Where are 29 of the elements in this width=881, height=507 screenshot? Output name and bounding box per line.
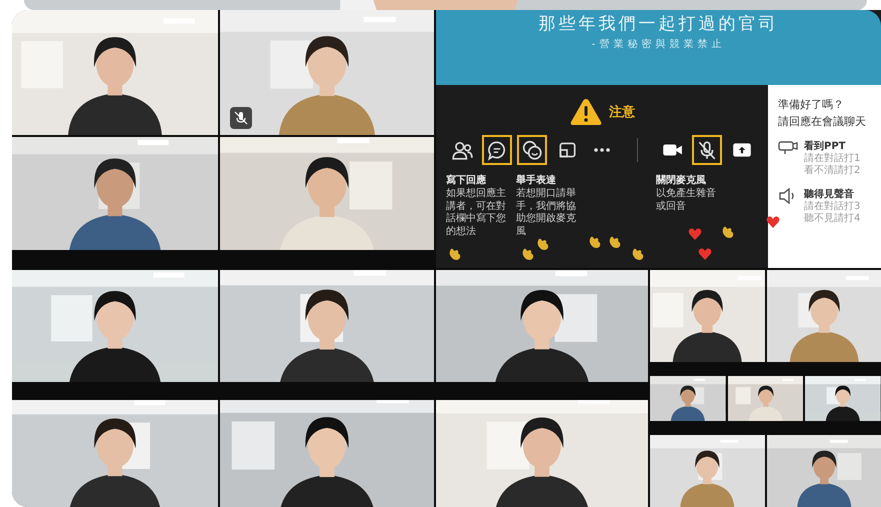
notice-label: 注意: [609, 104, 635, 121]
heart-icon: [766, 215, 780, 229]
caption-text: 如果想回應主講者，可在對話欄中寫下您的想法: [446, 188, 507, 238]
slide-title: 那些年我們一起打過的官司: [538, 13, 778, 35]
hand-icon: [588, 235, 602, 249]
caption-title: 關閉麥克風: [656, 174, 707, 187]
panel-item-text: 聽不見請打4: [804, 213, 860, 225]
panel-item-title: 看到PPT: [804, 140, 846, 152]
panel-item-text: 請在對話打3: [804, 201, 860, 212]
hand-icon: [608, 235, 622, 249]
hand-icon: [448, 247, 462, 261]
hand-icon: [631, 247, 645, 261]
caption-text: 若想開口請舉手，我們將協助您開啟麥克風: [516, 188, 577, 238]
panel-prompt: 請回應在會議聊天: [778, 114, 867, 129]
slide-subtitle: -營業秘密與競業禁止: [592, 38, 726, 51]
panel-item-text: 請在對話打1: [804, 153, 860, 164]
panel-heading: 準備好了嗎？: [778, 97, 845, 112]
heart-icon: [688, 227, 702, 241]
caption-title: 寫下回應: [446, 173, 487, 187]
projector-icon: [778, 140, 798, 156]
caption-title: 舉手表達: [516, 174, 557, 187]
caption-text: 以免產生雜音或回音: [656, 188, 717, 213]
panel-item-text: 看不清請打2: [804, 165, 860, 177]
panel-item-title: 聽得見聲音: [804, 187, 855, 200]
heart-icon: [698, 247, 712, 261]
hand-icon: [536, 237, 550, 251]
hand-icon: [721, 225, 735, 239]
warning-icon: [569, 97, 603, 127]
hand-icon: [521, 247, 535, 261]
